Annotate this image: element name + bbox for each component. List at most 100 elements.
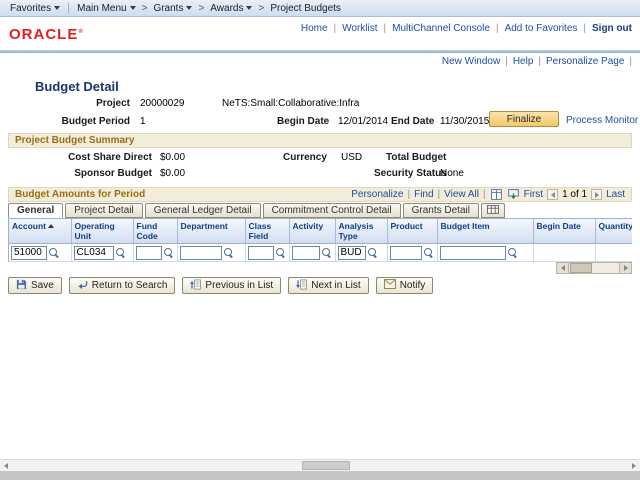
show-all-columns-tab[interactable] — [480, 203, 505, 218]
account-lookup-icon[interactable] — [49, 247, 59, 258]
view-all-link[interactable]: View All — [444, 189, 479, 200]
tab-commitment-control-detail[interactable]: Commitment Control Detail — [262, 203, 401, 218]
activity-lookup-icon[interactable] — [321, 247, 332, 258]
favorites-menu[interactable]: Favorites — [6, 3, 64, 14]
grid-scroll-thumb[interactable] — [570, 263, 592, 273]
link-separator: | — [483, 189, 486, 200]
page-horizontal-scrollbar[interactable] — [0, 459, 640, 471]
product-lookup-icon[interactable] — [423, 247, 434, 258]
new-window-link[interactable]: New Window — [442, 56, 500, 67]
class-field-input[interactable] — [247, 245, 274, 260]
currency-value: USD — [341, 152, 363, 163]
breadcrumb-separator: > — [258, 2, 265, 14]
next-in-list-icon — [296, 279, 308, 293]
grid-horizontal-scrollbar[interactable] — [556, 262, 632, 274]
main-menu[interactable]: Main Menu — [73, 3, 139, 14]
return-to-search-button[interactable]: Return to Search — [68, 277, 176, 294]
analysis-type-lookup-icon[interactable] — [367, 247, 378, 258]
page-scroll-right-icon[interactable] — [628, 460, 640, 471]
col-begin-date[interactable]: Begin Date — [533, 219, 596, 244]
header-rule — [0, 50, 640, 53]
class-field-lookup-icon[interactable] — [275, 247, 286, 258]
col-class-field[interactable]: Class Field — [245, 219, 290, 244]
grid-tabs: General Project Detail General Ledger De… — [8, 203, 505, 218]
begin-date-cell — [533, 243, 596, 262]
operating-unit-lookup-icon[interactable] — [115, 247, 126, 258]
multichannel-console-link[interactable]: MultiChannel Console — [392, 23, 490, 34]
download-icon[interactable] — [507, 189, 520, 201]
analysis-type-input[interactable] — [337, 245, 366, 260]
zoom-grid-icon[interactable] — [490, 189, 503, 201]
sign-out-link[interactable]: Sign out — [592, 23, 632, 34]
tab-grants-detail[interactable]: Grants Detail — [402, 203, 479, 218]
operating-unit-input[interactable] — [73, 245, 114, 260]
first-link[interactable]: First — [524, 189, 543, 200]
budget-item-input[interactable] — [439, 245, 506, 260]
tab-project-detail[interactable]: Project Detail — [65, 203, 143, 218]
page-scroll-left-icon[interactable] — [0, 460, 12, 471]
personalize-page-link[interactable]: Personalize Page — [546, 56, 624, 67]
col-account[interactable]: Account — [9, 219, 72, 244]
breadcrumb: Favorites Main Menu > Grants > Awards > … — [0, 0, 640, 17]
next-row-icon[interactable] — [591, 189, 603, 200]
next-in-list-button[interactable]: Next in List — [288, 277, 369, 294]
account-input[interactable] — [11, 245, 47, 260]
tab-general[interactable]: General — [8, 203, 64, 218]
breadcrumb-current-project-budgets[interactable]: Project Budgets — [266, 3, 345, 14]
col-product[interactable]: Product — [387, 219, 438, 244]
product-input[interactable] — [389, 245, 422, 260]
breadcrumb-divider — [68, 3, 70, 13]
notify-label: Notify — [399, 280, 426, 291]
grants-label: Grants — [153, 2, 184, 14]
col-fund-code[interactable]: Fund Code — [133, 219, 178, 244]
fund-code-lookup-icon[interactable] — [163, 247, 174, 258]
fund-code-input[interactable] — [135, 245, 162, 260]
breadcrumb-grants[interactable]: Grants — [149, 3, 196, 14]
add-to-favorites-link[interactable]: Add to Favorites — [505, 23, 578, 34]
col-analysis-type[interactable]: Analysis Type — [335, 219, 388, 244]
col-activity-label: Activity — [292, 221, 324, 231]
begin-date-label: Begin Date — [277, 116, 330, 127]
help-link[interactable]: Help — [513, 56, 534, 67]
link-separator: | — [437, 189, 441, 200]
budget-item-lookup-icon[interactable] — [507, 247, 518, 258]
chevron-down-icon — [186, 6, 193, 10]
status-strip — [0, 471, 640, 480]
budget-period-value: 1 — [140, 116, 146, 127]
last-link[interactable]: Last — [606, 189, 625, 200]
worklist-link[interactable]: Worklist — [342, 23, 377, 34]
col-department[interactable]: Department — [177, 219, 246, 244]
save-icon — [16, 279, 27, 293]
breadcrumb-awards[interactable]: Awards — [206, 3, 256, 14]
col-activity[interactable]: Activity — [289, 219, 336, 244]
col-quantity[interactable]: Quantity — [595, 219, 632, 244]
tab-general-ledger-detail[interactable]: General Ledger Detail — [144, 203, 261, 218]
personalize-link[interactable]: Personalize — [351, 189, 403, 200]
return-to-search-icon — [77, 279, 88, 293]
save-button[interactable]: Save — [8, 277, 62, 294]
department-input[interactable] — [179, 245, 222, 260]
show-all-columns-icon — [486, 204, 499, 217]
activity-input[interactable] — [291, 245, 320, 260]
col-budget-item[interactable]: Budget Item — [437, 219, 534, 244]
find-link[interactable]: Find — [414, 189, 433, 200]
total-budget-label: Total Budget — [386, 152, 447, 163]
grid-scroll-right-icon[interactable] — [619, 263, 631, 273]
link-separator: | — [407, 189, 411, 200]
home-link[interactable]: Home — [301, 23, 328, 34]
grid-scroll-track[interactable] — [569, 263, 619, 273]
page-scroll-thumb[interactable] — [302, 461, 350, 470]
previous-in-list-button[interactable]: Previous in List — [182, 277, 282, 294]
grid-scroll-left-icon[interactable] — [557, 263, 569, 273]
process-monitor-link[interactable]: Process Monitor — [566, 115, 638, 126]
col-fund-code-label: Fund Code — [136, 221, 158, 241]
begin-date-value: 12/01/2014 — [338, 116, 389, 127]
previous-row-icon[interactable] — [547, 189, 559, 200]
notify-button[interactable]: Notify — [375, 277, 434, 294]
finalize-button[interactable]: Finalize — [489, 111, 559, 127]
summary-section-header: Project Budget Summary — [8, 133, 632, 148]
col-operating-unit[interactable]: Operating Unit — [71, 219, 134, 244]
col-begin-date-label: Begin Date — [536, 221, 581, 231]
security-status-value: None — [440, 168, 464, 179]
department-lookup-icon[interactable] — [223, 247, 234, 258]
